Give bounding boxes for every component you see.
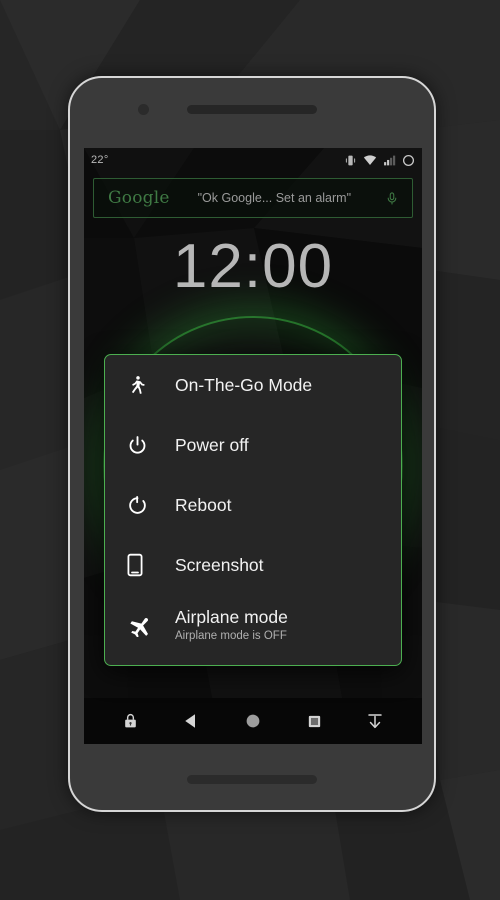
phone-screen: 12:00 22° Google "Ok Google... Set an al… xyxy=(84,148,422,744)
power-menu-text-block: On-The-Go Mode xyxy=(175,375,312,396)
smartphone-icon xyxy=(127,553,161,577)
lock-icon[interactable] xyxy=(116,706,146,736)
airplane-icon xyxy=(127,614,161,637)
signal-icon xyxy=(383,154,396,167)
vibrate-icon xyxy=(344,154,357,167)
volume-down-button[interactable] xyxy=(434,390,436,466)
volume-up-button[interactable] xyxy=(434,318,436,366)
power-menu-item-airplane-mode[interactable]: Airplane mode Airplane mode is OFF xyxy=(105,595,401,655)
power-menu-title: Airplane mode xyxy=(175,606,288,627)
power-menu-item-power-off[interactable]: Power off xyxy=(105,415,401,475)
navigation-bar xyxy=(84,698,422,744)
microphone-icon[interactable] xyxy=(385,190,412,207)
status-bar-icons xyxy=(344,153,415,167)
wifi-icon xyxy=(363,153,377,167)
power-menu-item-screenshot[interactable]: Screenshot xyxy=(105,535,401,595)
status-temperature: 22° xyxy=(91,154,109,166)
power-menu-title: On-The-Go Mode xyxy=(175,374,313,395)
recents-square-icon[interactable] xyxy=(299,706,329,736)
power-menu-text-block: Screenshot xyxy=(175,555,264,576)
google-logo: Google xyxy=(108,188,170,208)
battery-icon xyxy=(402,154,415,167)
phone-device: 12:00 22° Google "Ok Google... Set an al… xyxy=(68,76,436,812)
power-menu-dialog[interactable]: On-The-Go Mode Power off Reboot Screensh… xyxy=(104,354,402,666)
power-menu-title: Power off xyxy=(175,434,249,455)
arrow-down-bar-icon[interactable] xyxy=(360,706,390,736)
power-menu-text-block: Airplane mode Airplane mode is OFF xyxy=(175,607,288,643)
search-hint-text: "Ok Google... Set an alarm" xyxy=(197,191,352,205)
walking-person-icon xyxy=(127,372,161,398)
power-menu-title: Screenshot xyxy=(175,554,264,575)
power-menu-item-on-the-go-mode[interactable]: On-The-Go Mode xyxy=(105,355,401,415)
power-menu-title: Reboot xyxy=(175,494,232,515)
power-menu-text-block: Power off xyxy=(175,435,249,456)
power-menu-item-reboot[interactable]: Reboot xyxy=(105,475,401,535)
power-menu-subtitle: Airplane mode is OFF xyxy=(175,629,287,642)
status-bar: 22° xyxy=(84,148,422,172)
front-camera-icon xyxy=(138,104,149,115)
power-button[interactable] xyxy=(434,482,436,528)
clock-widget[interactable]: 12:00 xyxy=(84,236,422,298)
google-search-widget[interactable]: Google "Ok Google... Set an alarm" xyxy=(93,178,413,218)
power-icon xyxy=(127,435,161,456)
reboot-icon xyxy=(127,495,161,516)
clock-time: 12:00 xyxy=(172,232,334,301)
back-triangle-icon[interactable] xyxy=(177,706,207,736)
bottom-speaker-grille xyxy=(187,775,317,784)
power-menu-text-block: Reboot xyxy=(175,495,231,516)
home-circle-icon[interactable] xyxy=(238,706,268,736)
earpiece-speaker xyxy=(187,105,317,114)
